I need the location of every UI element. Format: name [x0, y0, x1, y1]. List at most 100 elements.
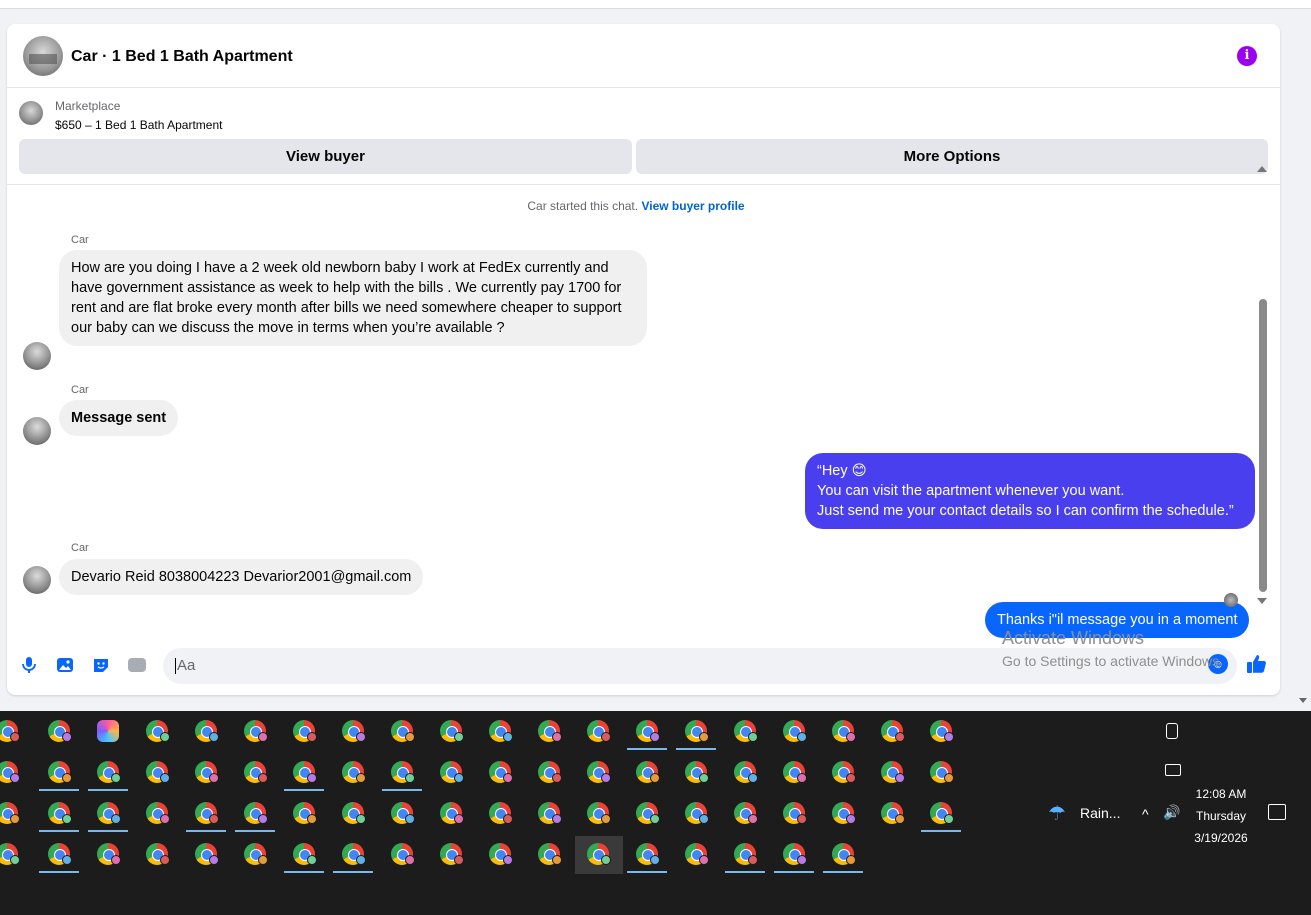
profile-badge-icon: [209, 814, 219, 824]
weather-text[interactable]: Rain...: [1080, 805, 1120, 821]
copilot-icon[interactable]: [97, 720, 119, 742]
profile-badge-icon: [10, 732, 20, 742]
watermark-title: Activate Windows: [1002, 628, 1145, 648]
scrollbar-thumb[interactable]: [1259, 299, 1267, 592]
profile-badge-icon: [552, 855, 562, 865]
chat-start-text: Car started this chat.: [527, 199, 639, 213]
message-line: You can visit the apartment whenever you…: [817, 483, 1125, 499]
thumbs-up-icon[interactable]: [1245, 652, 1269, 676]
photo-icon[interactable]: [55, 655, 75, 675]
running-app-indicator: [39, 830, 79, 832]
profile-badge-icon: [552, 814, 562, 824]
profile-badge-icon: [160, 732, 170, 742]
phone-link-icon[interactable]: [1166, 723, 1178, 739]
profile-badge-icon: [111, 855, 121, 865]
profile-badge-icon: [650, 732, 660, 742]
profile-badge-icon: [111, 773, 121, 783]
running-app-indicator: [39, 789, 79, 791]
incoming-message[interactable]: Message sent: [59, 400, 179, 436]
profile-badge-icon: [944, 732, 954, 742]
scroll-up-arrow-icon[interactable]: [1257, 166, 1267, 172]
profile-badge-icon: [797, 814, 807, 824]
profile-badge-icon: [552, 773, 562, 783]
conversation-avatar[interactable]: [23, 36, 63, 76]
profile-badge-icon: [846, 814, 856, 824]
profile-badge-icon: [209, 855, 219, 865]
profile-badge-icon: [748, 732, 758, 742]
message-line: “Hey 😊: [817, 463, 867, 479]
sender-avatar[interactable]: [23, 417, 51, 445]
taskbar-clock[interactable]: 12:08 AM Thursday 3/19/2026: [1190, 783, 1252, 849]
profile-badge-icon: [307, 855, 317, 865]
gif-icon[interactable]: [127, 655, 147, 675]
profile-badge-icon: [258, 814, 268, 824]
show-hidden-icons-chevron-icon[interactable]: ^: [1142, 806, 1149, 822]
running-app-indicator: [382, 789, 422, 791]
running-app-indicator: [676, 748, 716, 750]
profile-badge-icon: [454, 732, 464, 742]
profile-badge-icon: [356, 773, 366, 783]
message-list: Car started this chat. View buyer profil…: [7, 186, 1280, 644]
message-sender: Car: [71, 384, 89, 396]
profile-badge-icon: [797, 773, 807, 783]
listing-title[interactable]: $650 – 1 Bed 1 Bath Apartment: [55, 118, 222, 132]
conversation-title[interactable]: Car · 1 Bed 1 Bath Apartment: [71, 48, 293, 66]
profile-badge-icon: [258, 855, 268, 865]
sender-avatar[interactable]: [23, 342, 51, 370]
profile-badge-icon: [699, 855, 709, 865]
running-app-indicator: [186, 830, 226, 832]
profile-badge-icon: [10, 855, 20, 865]
chat-header: Car · 1 Bed 1 Bath Apartment i: [7, 24, 1280, 88]
profile-badge-icon: [405, 814, 415, 824]
page-scroll-down-arrow-icon[interactable]: [1299, 698, 1307, 703]
profile-badge-icon: [307, 732, 317, 742]
profile-badge-icon: [895, 773, 905, 783]
profile-badge-icon: [699, 814, 709, 824]
profile-badge-icon: [209, 732, 219, 742]
more-options-button[interactable]: More Options: [636, 139, 1268, 174]
microphone-icon[interactable]: [19, 655, 39, 675]
profile-badge-icon: [356, 855, 366, 865]
view-buyer-profile-link[interactable]: View buyer profile: [641, 199, 744, 213]
profile-badge-icon: [797, 732, 807, 742]
incoming-message[interactable]: How are you doing I have a 2 week old ne…: [59, 250, 647, 346]
view-buyer-button[interactable]: View buyer: [19, 139, 632, 174]
profile-badge-icon: [405, 773, 415, 783]
scroll-down-arrow-icon[interactable]: [1257, 598, 1267, 604]
listing-thumbnail[interactable]: [19, 101, 43, 125]
profile-badge-icon: [846, 855, 856, 865]
profile-badge-icon: [307, 773, 317, 783]
info-icon[interactable]: i: [1237, 46, 1257, 66]
profile-badge-icon: [10, 773, 20, 783]
profile-badge-icon: [62, 773, 72, 783]
running-app-indicator: [235, 830, 275, 832]
running-app-indicator: [333, 871, 373, 873]
profile-badge-icon: [454, 814, 464, 824]
running-app-indicator: [725, 871, 765, 873]
profile-badge-icon: [209, 773, 219, 783]
outgoing-message[interactable]: “Hey 😊 You can visit the apartment whene…: [805, 453, 1255, 529]
sender-avatar[interactable]: [23, 566, 51, 594]
profile-badge-icon: [356, 732, 366, 742]
incoming-message[interactable]: Devario Reid 8038004223 Devarior2001@gma…: [59, 559, 424, 595]
clock-date: 3/19/2026: [1194, 831, 1248, 845]
profile-badge-icon: [601, 732, 611, 742]
volume-icon[interactable]: 🔊: [1163, 804, 1180, 821]
profile-badge-icon: [62, 814, 72, 824]
profile-badge-icon: [748, 773, 758, 783]
running-app-indicator: [88, 789, 128, 791]
rain-umbrella-icon[interactable]: ☂: [1048, 801, 1072, 825]
network-icon[interactable]: [1165, 764, 1181, 776]
running-app-indicator: [284, 871, 324, 873]
text-caret: [175, 658, 176, 675]
profile-badge-icon: [10, 814, 20, 824]
running-app-indicator: [921, 830, 961, 832]
message-line: Just send me your contact details so I c…: [817, 503, 1234, 519]
profile-badge-icon: [503, 732, 513, 742]
watermark-subtitle: Go to Settings to activate Windows.: [1002, 653, 1223, 669]
running-app-indicator: [627, 871, 667, 873]
activate-windows-watermark: Activate Windows Go to Settings to activ…: [1002, 628, 1223, 669]
notification-center-icon[interactable]: [1268, 804, 1286, 820]
sticker-icon[interactable]: [91, 655, 111, 675]
chat-start-notice: Car started this chat. View buyer profil…: [7, 199, 1265, 213]
